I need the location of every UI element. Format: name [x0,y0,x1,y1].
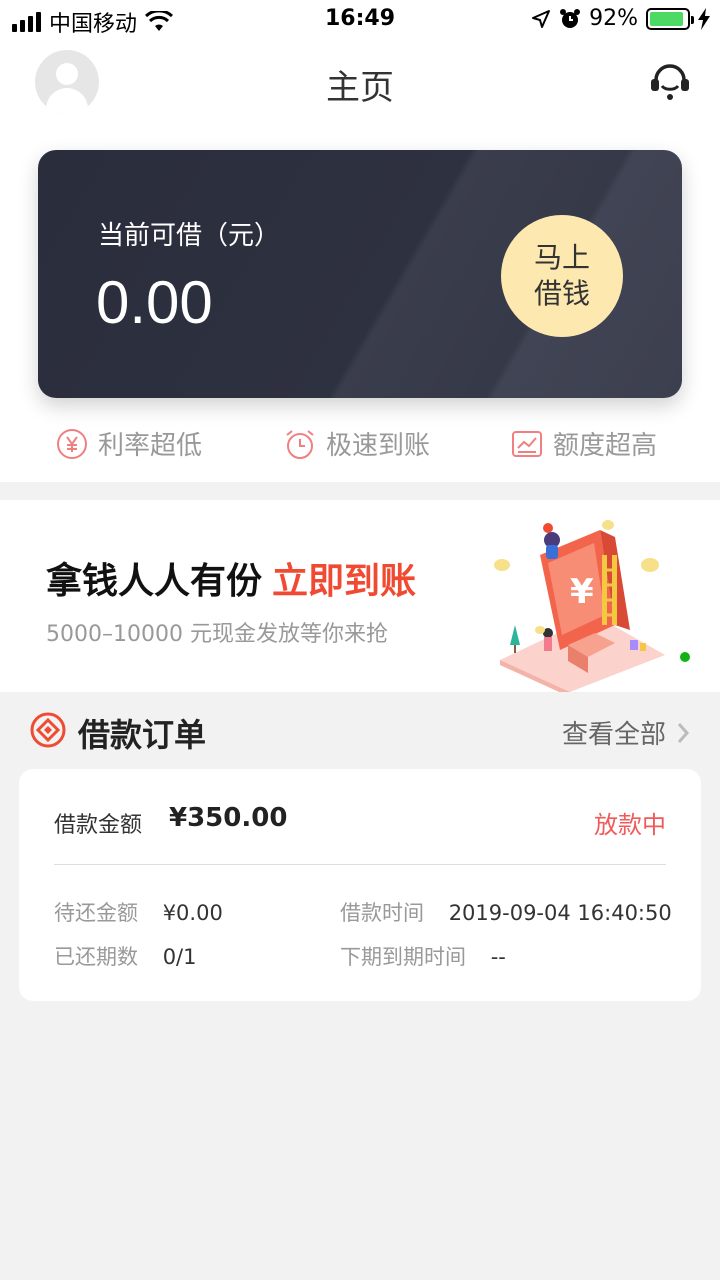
orders-header: 借款订单 查看全部 [0,692,720,768]
banner-title-accent: 立即到账 [272,561,417,602]
yen-circle-icon [57,428,87,459]
repaid-periods-row: 已还期数 0/1 [54,941,196,971]
divider [54,864,666,865]
banner-title-main: 拿钱人人有份 [46,561,263,602]
next-due-label: 下期到期时间 [340,945,466,969]
loan-amount-value: ¥350.00 [169,803,288,833]
repaid-periods-value: 0/1 [162,945,197,969]
feature-label: 额度超高 [553,431,658,461]
banner-title: 拿钱人人有份 立即到账 [46,552,416,604]
status-bar: 中国移动 16:49 92% [0,0,720,40]
charging-icon [698,7,710,30]
feature-label: 极速到账 [326,431,431,461]
order-card[interactable]: 借款金额 ¥350.00 放款中 待还金额 ¥0.00 借款时间 2019-09… [19,769,701,1001]
banner-subtitle: 5000–10000 元现金发放等你来抢 [46,622,388,647]
borrow-button-line1: 马上 [533,241,590,274]
alarm-clock-icon [286,429,314,459]
loan-time-row: 借款时间 2019-09-04 16:40:50 [340,897,672,927]
orders-title: 借款订单 [78,716,207,754]
battery-percent: 92% [589,6,638,31]
page-title: 主页 [326,68,394,108]
feature-fast-payout: 极速到账 [284,425,430,462]
loan-amount-label: 借款金额 [54,813,143,838]
diamond-order-icon [30,712,66,748]
app-header: 主页 [0,40,720,125]
chart-trend-icon [512,430,542,457]
feature-high-limit: 额度超高 [511,425,657,462]
loan-card: 当前可借（元） 0.00 马上 借钱 [38,150,682,398]
chevron-right-icon [677,722,690,743]
pending-amount-label: 待还金额 [54,901,138,925]
next-due-value: -- [490,945,506,969]
top-section: 当前可借（元） 0.00 马上 借钱 利率超低 极速到账 额度超高 [0,125,720,482]
feature-row: 利率超低 极速到账 额度超高 [0,425,720,465]
pending-amount-value: ¥0.00 [162,901,223,925]
order-status-badge: 放款中 [594,811,666,839]
feature-low-rate: 利率超低 [56,425,202,462]
svg-text:¥: ¥ [570,572,594,612]
pending-amount-row: 待还金额 ¥0.00 [54,897,223,927]
borrow-button-line2: 借钱 [533,277,590,310]
battery-icon [646,7,694,30]
view-all-label: 查看全部 [561,720,666,750]
alarm-icon [560,8,581,28]
banner-page-indicator [680,652,690,662]
next-due-row: 下期到期时间 -- [340,941,506,971]
customer-service-icon[interactable] [648,62,692,102]
repaid-periods-label: 已还期数 [54,945,138,969]
location-arrow-icon [532,9,551,28]
feature-label: 利率超低 [98,431,203,461]
available-credit-amount: 0.00 [96,269,213,336]
loan-time-value: 2019-09-04 16:40:50 [448,901,672,925]
loan-time-label: 借款时间 [340,901,424,925]
available-credit-label: 当前可借（元） [98,221,281,251]
promo-banner[interactable]: 拿钱人人有份 立即到账 5000–10000 元现金发放等你来抢 ¥ [0,500,720,692]
borrow-now-button[interactable]: 马上 借钱 [501,215,623,337]
coin-illustration-icon: ¥ [494,520,665,692]
view-all-orders-link[interactable]: 查看全部 [562,714,690,751]
